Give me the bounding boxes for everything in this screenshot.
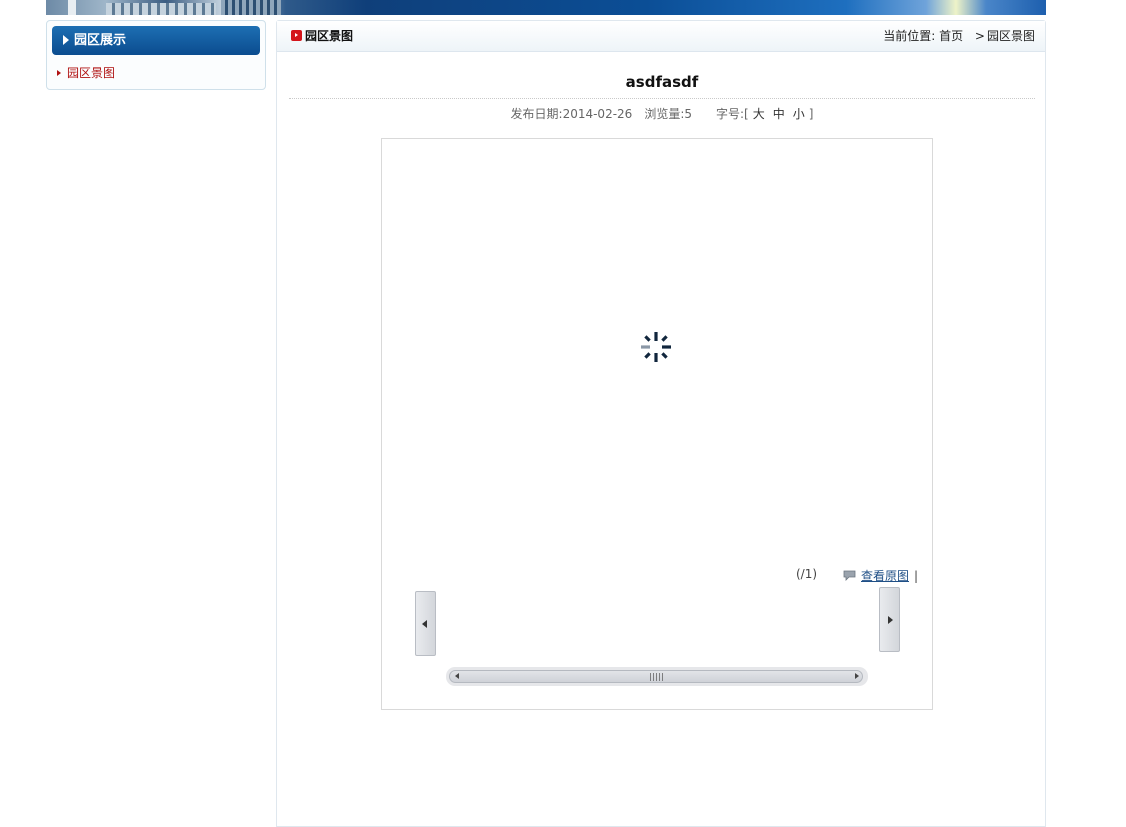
article-title: asdfasdf — [625, 73, 699, 91]
triangle-right-icon — [57, 70, 61, 76]
comment-icon — [843, 570, 856, 581]
bracket-open: [ — [744, 107, 749, 121]
image-counter: (/1) — [796, 567, 818, 581]
breadcrumb: 当前位置: 首页 > 园区景图 — [883, 28, 1035, 44]
arrow-left-icon — [422, 620, 427, 628]
image-gallery: (/1) 查看原图 | — [381, 138, 933, 710]
views-label: 浏览量: — [644, 107, 685, 121]
main-header: 园区景图 当前位置: 首页 > 园区景图 — [277, 21, 1045, 52]
view-original-link[interactable]: 查看原图 — [861, 569, 909, 583]
sidebar-header: 园区展示 — [52, 26, 260, 55]
font-size-small-button[interactable]: 小 — [793, 107, 805, 121]
sidebar-header-label: 园区展示 — [74, 33, 127, 48]
sidebar: 园区展示 园区景图 — [46, 20, 266, 90]
bracket-close: ] — [808, 107, 814, 121]
divider: | — [914, 569, 919, 583]
breadcrumb-prefix: 当前位置: — [883, 29, 936, 43]
top-banner — [46, 0, 1046, 15]
scroll-right-icon[interactable] — [855, 673, 859, 679]
triangle-right-icon — [63, 35, 69, 45]
banner-building — [106, 3, 216, 15]
font-size-label: 字号: — [716, 107, 745, 121]
font-size-large-button[interactable]: 大 — [753, 107, 765, 121]
breadcrumb-home-link[interactable]: 首页 — [939, 29, 963, 43]
scroll-left-icon[interactable] — [455, 673, 459, 679]
main-panel: 园区景图 当前位置: 首页 > 园区景图 asdfasdf 发布日期:2014-0… — [276, 20, 1046, 827]
title-divider — [289, 98, 1035, 99]
prev-image-button[interactable] — [415, 591, 436, 656]
section-arrow-icon — [291, 30, 302, 41]
views-count: 5 — [684, 107, 692, 121]
arrow-right-icon — [888, 616, 893, 624]
section-title-label: 园区景图 — [305, 29, 354, 43]
font-size-medium-button[interactable]: 中 — [773, 107, 785, 121]
breadcrumb-separator: > — [974, 29, 985, 43]
article-meta: 发布日期:2014-02-26 浏览量:5 字号:[ 大中小] — [289, 105, 1035, 122]
sidebar-item-label: 园区景图 — [67, 66, 116, 80]
loading-spinner-icon — [641, 332, 671, 362]
breadcrumb-current-link[interactable]: 园区景图 — [987, 29, 1035, 43]
banner-building — [68, 0, 76, 15]
thumbnail-scrollbar[interactable] — [446, 667, 868, 686]
next-image-button[interactable] — [879, 587, 900, 652]
publish-date: 2014-02-26 — [562, 107, 633, 121]
sidebar-item-park-scenery[interactable]: 园区景图 — [55, 64, 115, 82]
section-title: 园区景图 — [291, 28, 353, 44]
view-original: 查看原图 | — [843, 567, 918, 584]
publish-date-label: 发布日期: — [510, 107, 563, 121]
scrollbar-grip-handle[interactable] — [650, 673, 664, 681]
banner-building — [221, 0, 281, 15]
